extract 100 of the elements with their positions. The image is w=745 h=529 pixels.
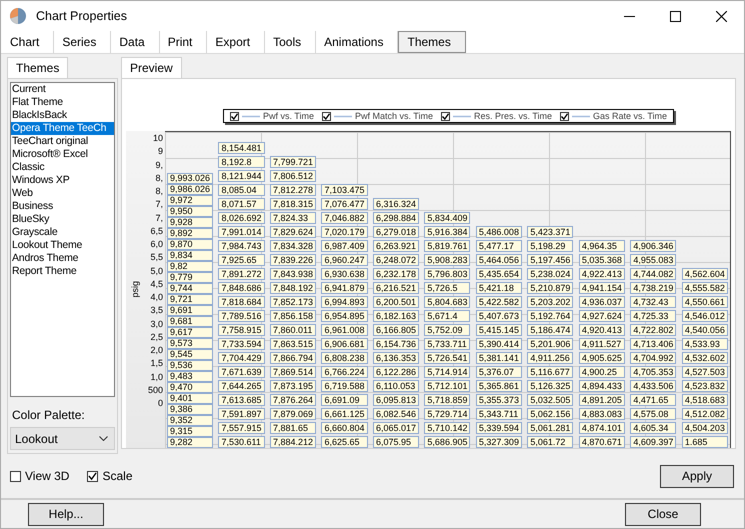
axis-tick-label: 1,0	[150, 372, 163, 382]
caret-icon	[99, 436, 108, 441]
palette-dropdown[interactable]: Lookout	[10, 427, 115, 450]
data-label: 6,316.324	[372, 198, 419, 210]
data-label: 1.685	[682, 436, 728, 448]
data-label: 6,182.163	[372, 310, 419, 322]
data-label: 7,876.264	[270, 394, 316, 406]
data-label: 7,856.158	[270, 310, 316, 322]
data-label: 6,960.247	[321, 254, 368, 266]
theme-item[interactable]: Windows XP	[11, 174, 114, 187]
data-label: 9,545	[167, 349, 214, 360]
data-label: 6,154.736	[372, 338, 419, 350]
theme-item[interactable]: Andros Theme	[11, 252, 114, 265]
data-label: 9,779	[167, 272, 214, 283]
data-label: 4,725.33	[630, 310, 676, 322]
data-label: 5,819.761	[424, 240, 470, 252]
theme-item[interactable]: Report Theme	[11, 265, 114, 278]
data-label: 6,906.681	[321, 338, 368, 350]
data-label: 4,936.037	[578, 296, 625, 308]
palette-label: Color Palette:	[12, 408, 86, 422]
theme-item[interactable]: Web	[11, 187, 114, 200]
checkbox[interactable]	[87, 470, 98, 482]
data-label: 6,095.813	[372, 394, 419, 406]
data-label: 7,020.179	[321, 226, 368, 238]
data-label: 6,122.286	[372, 366, 419, 378]
data-label: 6,298.884	[372, 212, 419, 224]
theme-item[interactable]: Flat Theme	[11, 96, 114, 109]
data-label: 6,994.893	[321, 296, 368, 308]
legend-label: Res. Pres. vs. Time	[474, 111, 552, 121]
data-label: 5,061.72	[527, 436, 574, 448]
data-label: 5,908.283	[424, 254, 470, 266]
data-label: 6,263.921	[372, 240, 419, 252]
close-icon[interactable]	[716, 10, 727, 22]
legend-checkbox[interactable]	[440, 112, 450, 120]
data-label: 5,192.764	[527, 310, 574, 322]
axis-tick-label: 500	[148, 384, 163, 395]
axis-tick-label: 9,	[155, 160, 163, 170]
axis-tick-label: 7,	[155, 212, 163, 222]
data-label: 8,154.481	[218, 142, 265, 154]
theme-item[interactable]: TeeChart original	[11, 135, 114, 148]
data-label: 5,486.008	[476, 226, 522, 238]
data-label: 9,972	[167, 195, 214, 206]
axis-tick-label: 4,0	[150, 292, 163, 302]
axis-tick-label: 5,0	[150, 266, 163, 276]
maximize-icon[interactable]	[670, 10, 681, 22]
theme-item[interactable]: Business	[11, 200, 114, 213]
data-label: 6,248.072	[372, 254, 419, 266]
data-label: 5,407.673	[476, 310, 522, 322]
data-label: 4,512.082	[682, 408, 728, 420]
themes-tab[interactable]: Themes	[7, 57, 68, 78]
data-label: 9,681	[167, 316, 214, 327]
data-label: 8,121.944	[218, 170, 265, 182]
data-label: 5,421.18	[476, 282, 522, 294]
footer-button[interactable]: Close	[625, 502, 701, 526]
data-label: 7,839.226	[270, 254, 316, 266]
theme-item[interactable]: Microsoft® Excel	[11, 148, 114, 161]
legend-checkbox[interactable]	[322, 112, 331, 120]
checkbox[interactable]	[10, 470, 21, 482]
axis-tick-label: 3,5	[150, 305, 163, 316]
data-label: 4,605.34	[630, 422, 676, 434]
theme-item[interactable]: BlackIsBack	[11, 109, 114, 122]
data-label: 4,504.203	[682, 422, 728, 434]
data-label: 6,941.879	[321, 282, 368, 294]
data-label: 6,961.008	[321, 324, 368, 336]
theme-item[interactable]: Grayscale	[11, 226, 114, 239]
data-label: 5,062.156	[527, 408, 574, 420]
theme-item[interactable]: Opera Theme TeeCh	[11, 122, 114, 135]
data-label: 9,401	[167, 393, 214, 404]
preview-tab[interactable]: Preview	[121, 57, 182, 78]
apply-button[interactable]: Apply	[660, 464, 734, 488]
data-label: 4,705.353	[630, 366, 676, 378]
data-label: 4,900.25	[578, 366, 625, 378]
tab[interactable]: Themes	[398, 31, 466, 53]
data-label: 4,964.35	[578, 240, 625, 252]
footer-button[interactable]: Help...	[28, 502, 104, 526]
legend-checkbox[interactable]	[560, 112, 570, 120]
data-label: 7,103.475	[321, 184, 368, 196]
data-label: 4,732.43	[630, 296, 676, 308]
data-label: 4,532.602	[682, 352, 728, 364]
data-label: 5,365.861	[476, 380, 522, 392]
data-label: 6,808.238	[321, 352, 368, 364]
data-label: 7,789.516	[218, 310, 265, 322]
legend-checkbox[interactable]	[230, 112, 239, 120]
data-label: 7,881.65	[270, 422, 316, 434]
data-label: 4,523.832	[682, 380, 728, 392]
theme-item[interactable]: BlueSky	[11, 213, 114, 226]
data-label: 9,721	[167, 294, 214, 305]
data-label: 5,714.914	[424, 366, 470, 378]
data-label: 7,799.721	[270, 156, 316, 168]
data-label: 9,892	[167, 228, 214, 239]
data-label: 7,557.915	[218, 422, 265, 434]
theme-item[interactable]: Current	[11, 83, 114, 96]
axis-tick-label: 2,0	[150, 345, 163, 355]
axis-title: psig	[130, 281, 140, 298]
theme-item[interactable]: Lookout Theme	[11, 239, 114, 252]
theme-item[interactable]: Classic	[11, 161, 114, 174]
line-swatch-icon	[572, 114, 590, 118]
data-label: 7,829.624	[270, 226, 316, 238]
data-label: 4,527.503	[682, 366, 728, 378]
axis-tick-label: 3,0	[150, 318, 163, 328]
